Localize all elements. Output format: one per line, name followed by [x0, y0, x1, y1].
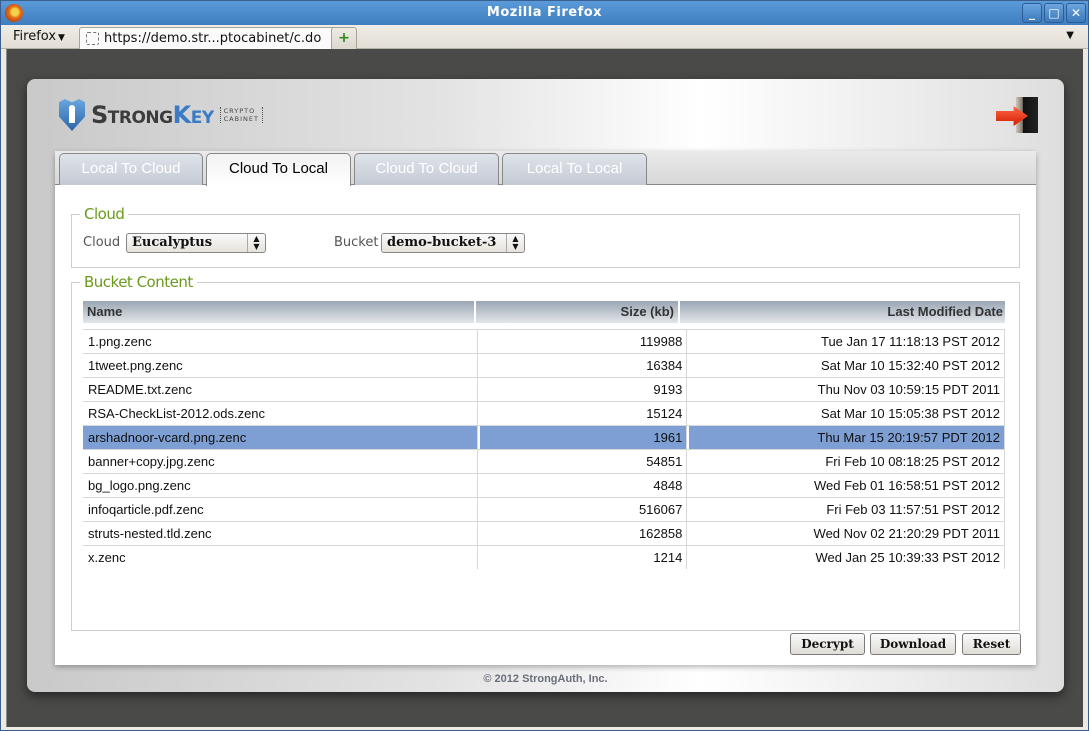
table-row[interactable]: bg_logo.png.zenc 4848 Wed Feb 01 16:58:51 …	[83, 473, 1005, 497]
download-button[interactable]: Download	[870, 633, 956, 655]
table-row[interactable]: RSA-CheckList-2012.ods.zenc 15124 Sat Mar …	[83, 401, 1005, 425]
cloud-select[interactable]: Eucalyptus ▲ ▼	[126, 233, 266, 253]
browser-tab-title: https://demo.str...ptocabinet/c.do	[104, 31, 322, 46]
browser-tab[interactable]: https://demo.str...ptocabinet/c.do	[79, 27, 355, 49]
file-date: Thu Mar 15 20:19:57 PDT 2012	[689, 426, 1005, 449]
column-header-date[interactable]: Last Modified Date	[680, 301, 1005, 323]
title-bar: Mozilla Firefox _ □ ✕	[1, 1, 1088, 25]
file-name: 1.png.zenc	[83, 330, 478, 353]
tab-list-dropdown-icon[interactable]: ▼	[1066, 30, 1074, 41]
table-body: 1.png.zenc 119988 Tue Jan 17 11:18:13 PST …	[83, 329, 1005, 569]
file-date: Tue Jan 17 11:18:13 PST 2012	[689, 330, 1005, 353]
table-row[interactable]: banner+copy.jpg.zenc 54851 Fri Feb 10 08:1…	[83, 449, 1005, 473]
firefox-menu-button[interactable]: Firefox ▼	[13, 29, 65, 44]
file-size: 119988	[480, 330, 688, 353]
page-viewport: StrongKey CRYPTO CABINET Local To Cloud …	[6, 49, 1083, 727]
file-date: Wed Nov 02 21:20:29 PDT 2011	[689, 522, 1005, 545]
tab-cloud-to-cloud[interactable]: Cloud To Cloud	[354, 153, 499, 185]
main-panel: Local To Cloud Cloud To Local Cloud To C…	[55, 151, 1036, 665]
firefox-menu-label: Firefox	[13, 29, 57, 44]
table-row-selected[interactable]: arshadnoor-vcard.png.zenc 1961 Thu Mar 15 …	[83, 425, 1005, 449]
file-date: Wed Feb 01 16:58:51 PST 2012	[689, 474, 1005, 497]
bucket-label: Bucket	[334, 235, 379, 250]
file-size: 16384	[480, 354, 688, 377]
file-date: Wed Jan 25 10:39:33 PST 2012	[689, 546, 1005, 569]
column-header-name[interactable]: Name	[83, 301, 476, 323]
app-container: StrongKey CRYPTO CABINET Local To Cloud …	[27, 79, 1064, 692]
file-size: 516067	[480, 498, 688, 521]
cloud-legend: Cloud	[84, 205, 125, 223]
file-name: struts-nested.tld.zenc	[83, 522, 478, 545]
file-name: README.txt.zenc	[83, 378, 478, 401]
table-row[interactable]: README.txt.zenc 9193 Thu Nov 03 10:59:15 P…	[83, 377, 1005, 401]
strongkey-logo: StrongKey CRYPTO CABINET	[59, 95, 263, 135]
chevron-down-icon: ▼	[58, 33, 65, 43]
cloud-label: Cloud	[83, 235, 121, 250]
maximize-button[interactable]: □	[1044, 3, 1064, 23]
select-spinner-icon: ▲ ▼	[247, 234, 265, 252]
table-row[interactable]: infoqarticle.pdf.zenc 516067 Fri Feb 03 11…	[83, 497, 1005, 521]
file-name: RSA-CheckList-2012.ods.zenc	[83, 402, 478, 425]
file-date: Fri Feb 10 08:18:25 PST 2012	[689, 450, 1005, 473]
plus-icon: +	[338, 30, 350, 46]
file-size: 15124	[480, 402, 688, 425]
browser-window: Mozilla Firefox _ □ ✕ Firefox ▼ https://d…	[0, 0, 1089, 731]
brand-tagline: CRYPTO CABINET	[219, 107, 263, 123]
bucket-select[interactable]: demo-bucket-3 ▲ ▼	[381, 233, 525, 253]
logout-button[interactable]	[994, 97, 1040, 137]
new-tab-button[interactable]: +	[331, 27, 357, 49]
column-header-size[interactable]: Size (kb)	[476, 301, 680, 323]
file-name: x.zenc	[83, 546, 478, 569]
tab-bar: Local To Cloud Cloud To Local Cloud To C…	[55, 151, 1036, 186]
file-date: Fri Feb 03 11:57:51 PST 2012	[689, 498, 1005, 521]
close-button[interactable]: ✕	[1066, 3, 1086, 23]
file-size: 4848	[480, 474, 688, 497]
table-row[interactable]: 1.png.zenc 119988 Tue Jan 17 11:18:13 PST …	[83, 329, 1005, 353]
file-date: Thu Nov 03 10:59:15 PDT 2011	[689, 378, 1005, 401]
file-size: 54851	[480, 450, 688, 473]
browser-tab-strip: Firefox ▼ https://demo.str...ptocabinet/c…	[1, 25, 1088, 49]
select-spinner-icon: ▲ ▼	[506, 234, 524, 252]
tab-cloud-to-local[interactable]: Cloud To Local	[206, 153, 351, 186]
file-name: arshadnoor-vcard.png.zenc	[83, 426, 478, 449]
file-size: 1214	[480, 546, 688, 569]
table-row[interactable]: struts-nested.tld.zenc 162858 Wed Nov 02 2…	[83, 521, 1005, 545]
tab-local-to-cloud[interactable]: Local To Cloud	[59, 153, 203, 185]
file-date: Sat Mar 10 15:32:40 PST 2012	[689, 354, 1005, 377]
shield-key-icon	[59, 99, 85, 131]
file-name: 1tweet.png.zenc	[83, 354, 478, 377]
window-title: Mozilla Firefox	[486, 5, 603, 20]
copyright-footer: © 2012 StrongAuth, Inc.	[483, 673, 608, 685]
table-row[interactable]: x.zenc 1214 Wed Jan 25 10:39:33 PST 2012	[83, 545, 1005, 569]
file-date: Sat Mar 10 15:05:38 PST 2012	[689, 402, 1005, 425]
table-row[interactable]: 1tweet.png.zenc 16384 Sat Mar 10 15:32:40 …	[83, 353, 1005, 377]
file-size: 1961	[479, 426, 688, 449]
file-name: banner+copy.jpg.zenc	[83, 450, 478, 473]
file-size: 9193	[480, 378, 688, 401]
decrypt-button[interactable]: Decrypt	[790, 633, 865, 655]
bucket-content-legend: Bucket Content	[84, 273, 193, 291]
minimize-button[interactable]: _	[1022, 3, 1042, 23]
table-header: Name Size (kb) Last Modified Date	[83, 301, 1005, 323]
cloud-select-value: Eucalyptus	[132, 235, 213, 250]
file-size: 162858	[480, 522, 688, 545]
tab-local-to-local[interactable]: Local To Local	[502, 153, 647, 185]
page-icon	[86, 32, 99, 45]
bucket-select-value: demo-bucket-3	[387, 235, 497, 250]
file-name: bg_logo.png.zenc	[83, 474, 478, 497]
brand-name: StrongKey	[91, 101, 214, 129]
reset-button[interactable]: Reset	[962, 633, 1021, 655]
file-name: infoqarticle.pdf.zenc	[83, 498, 478, 521]
